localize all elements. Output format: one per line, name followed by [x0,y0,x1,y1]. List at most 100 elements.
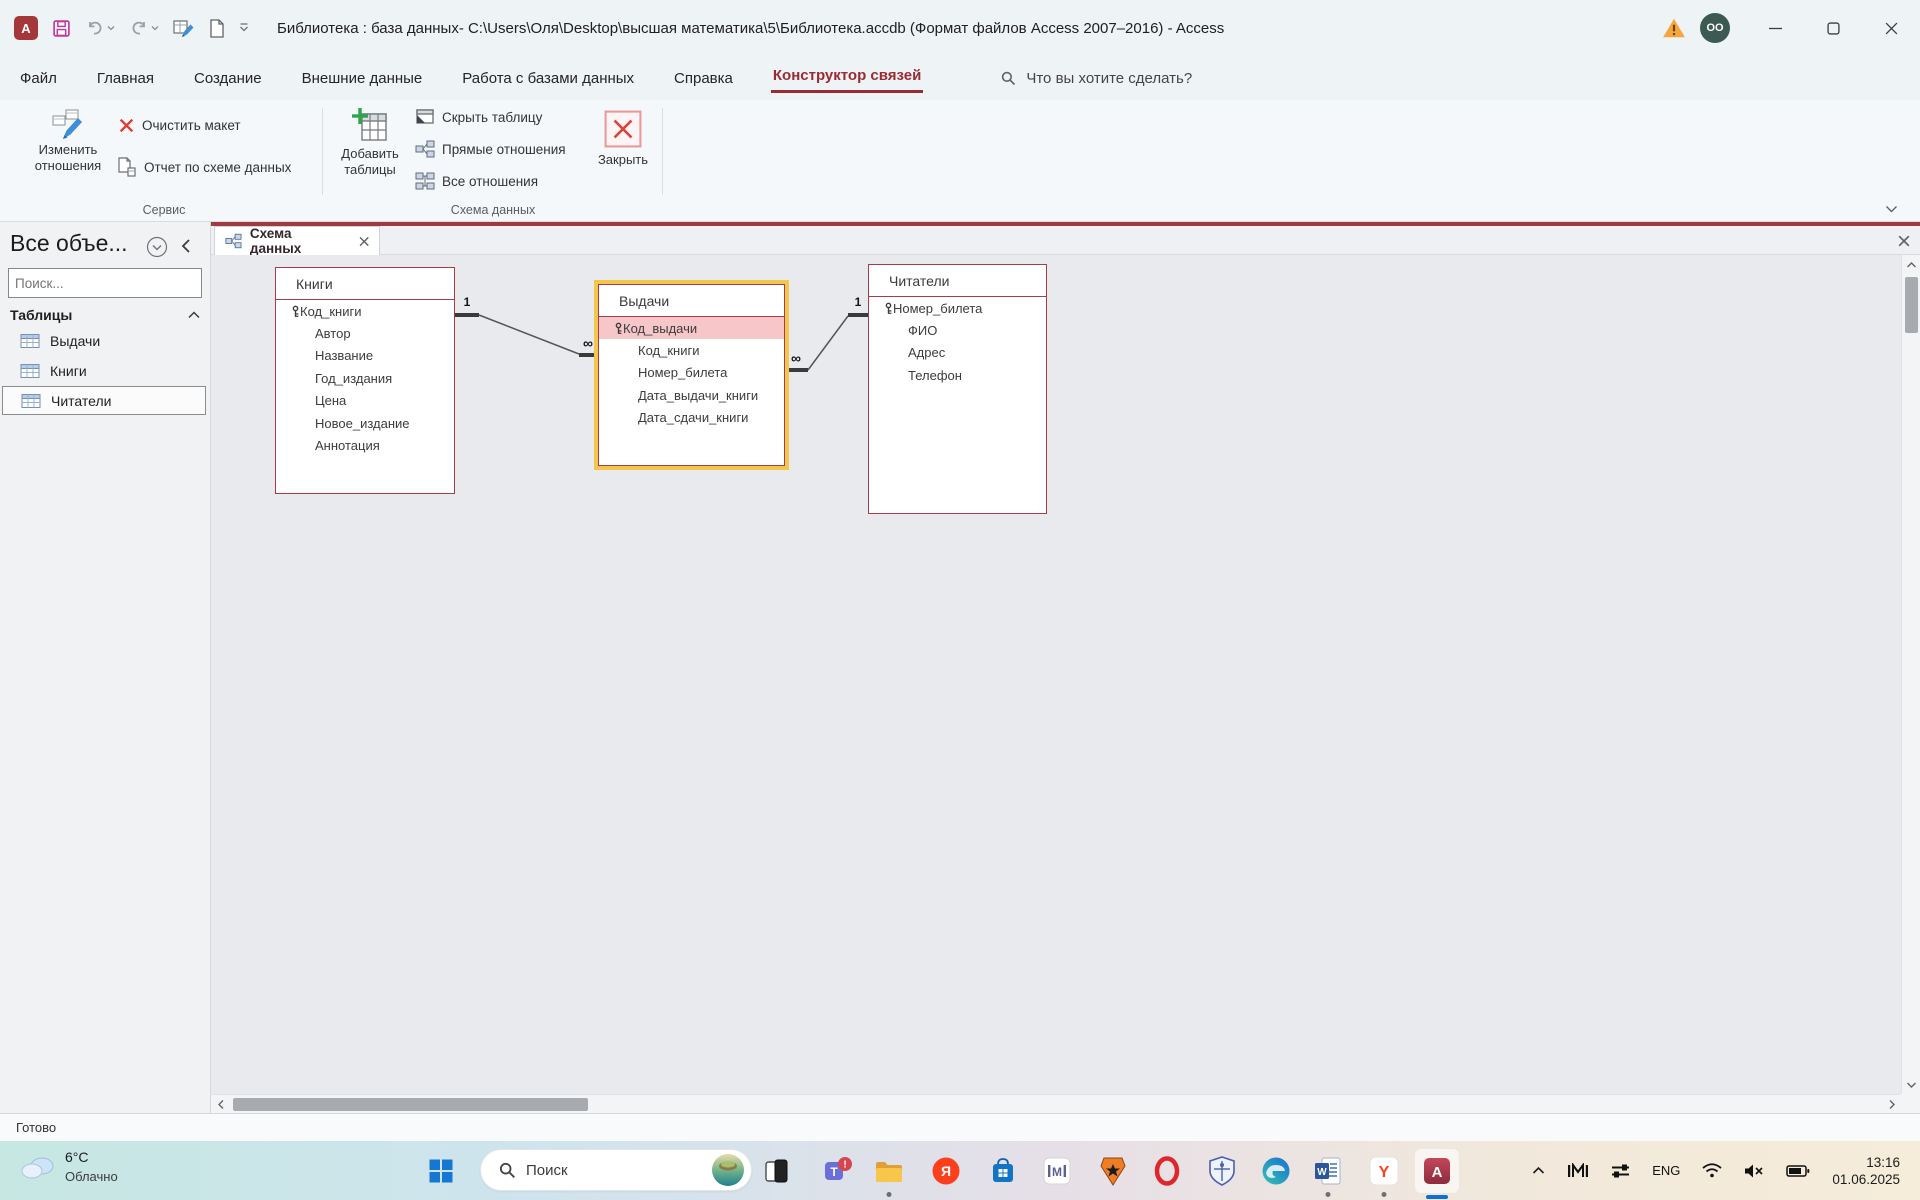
file-explorer-icon[interactable] [874,1158,904,1184]
er-field-row[interactable]: Автор [276,322,454,344]
redo-button[interactable] [129,19,159,37]
er-field-row[interactable]: Код_книги [599,339,784,361]
er-table-title[interactable]: Читатели [869,265,1046,297]
nav-item-issues[interactable]: Выдачи [2,326,206,355]
taskbar-search[interactable]: Поиск [480,1149,752,1191]
yandex-browser-icon[interactable]: Я [931,1156,961,1186]
hide-table-label: Скрыть таблицу [442,110,542,125]
scroll-right-arrow[interactable] [1882,1095,1901,1114]
relationship-report-button[interactable]: Отчет по схеме данных [116,157,291,177]
star-badge-icon[interactable] [1100,1156,1126,1186]
tab-database-tools[interactable]: Работа с базами данных [460,66,636,91]
qat-customize-button[interactable] [239,23,249,33]
maximize-button[interactable] [1804,0,1862,56]
teams-icon[interactable]: T! [823,1156,853,1186]
er-table-title[interactable]: Книги [276,268,454,300]
close-document-icon[interactable] [1898,235,1910,247]
max-messenger-icon[interactable]: M [1043,1157,1071,1185]
battery-icon[interactable] [1786,1163,1810,1179]
nav-group-tables[interactable]: Таблицы [10,307,200,323]
all-relationships-button[interactable]: Все отношения [415,172,538,190]
save-button[interactable] [52,19,71,38]
redo-dropdown-icon [151,25,159,31]
shield-crest-icon[interactable] [1209,1156,1235,1186]
undo-button[interactable] [85,19,115,37]
tab-help[interactable]: Справка [672,66,735,91]
er-field-row[interactable]: ФИО [869,319,1046,341]
er-table-title[interactable]: Выдачи [599,285,784,317]
new-object-button[interactable] [209,19,225,38]
start-button[interactable] [429,1158,454,1183]
er-field-row[interactable]: Номер_билета [599,362,784,384]
nav-item-readers[interactable]: Читатели [2,386,206,415]
er-field-row[interactable]: Дата_выдачи_книги [599,384,784,406]
horizontal-scrollbar[interactable] [211,1094,1901,1113]
tab-file[interactable]: Файл [18,66,59,91]
er-field-row[interactable]: Код_книги [276,300,454,322]
vertical-scroll-thumb[interactable] [1905,277,1918,333]
datasheet-view-button[interactable] [173,18,195,38]
warning-icon[interactable] [1662,17,1686,39]
tray-chevron-up-icon[interactable] [1532,1166,1545,1175]
navigation-pane: Все объе... Таблицы Выдачи Книги [0,222,211,1113]
clear-layout-button[interactable]: Очистить макет [118,117,241,134]
relationships-canvas[interactable]: 1 ∞ ∞ 1 Книги Код_книги Автор Название Г… [211,255,1901,1094]
tell-me-search[interactable]: Что вы хотите сделать? [1001,70,1192,87]
tray-settings-sliders-icon[interactable] [1611,1163,1630,1179]
er-field-row[interactable]: Аннотация [276,434,454,456]
wifi-icon[interactable] [1702,1163,1722,1178]
clock-widget[interactable]: 13:16 01.06.2025 [1832,1154,1900,1188]
direct-relationships-button[interactable]: Прямые отношения [415,140,566,158]
tab-relationships-document[interactable]: Схема данных [214,226,380,255]
tray-max-icon[interactable] [1567,1163,1589,1179]
phone-link-icon[interactable] [762,1157,790,1185]
add-tables-button[interactable]: Добавить таблицы [330,106,410,178]
er-field-row[interactable]: Адрес [869,342,1046,364]
tab-home[interactable]: Главная [95,66,156,91]
access-taskbar-icon[interactable]: A [1414,1148,1460,1194]
search-highlight-image[interactable] [711,1153,745,1187]
scroll-left-arrow[interactable] [211,1095,230,1114]
tab-external-data[interactable]: Внешние данные [300,66,425,91]
opera-icon[interactable] [1153,1156,1181,1186]
er-field-row[interactable]: Год_издания [276,367,454,389]
tab-relationship-design[interactable]: Конструктор связей [771,63,923,93]
cloudy-icon [20,1154,56,1180]
close-relationships-button[interactable]: Закрыть [592,110,654,168]
er-field-row[interactable]: Дата_сдачи_книги [599,407,784,429]
scroll-up-arrow[interactable] [1902,255,1920,274]
er-field-row[interactable]: Номер_билета [869,297,1046,319]
er-field-row-highlighted[interactable]: Код_выдачи [599,317,784,339]
er-field-row[interactable]: Название [276,345,454,367]
minimize-button[interactable] [1746,0,1804,56]
er-field-row[interactable]: Новое_издание [276,412,454,434]
edge-icon[interactable] [1261,1156,1291,1186]
volume-muted-icon[interactable] [1744,1163,1764,1179]
yandex-icon[interactable]: Y [1369,1156,1399,1186]
er-field-row[interactable]: Телефон [869,364,1046,386]
nav-search-input[interactable] [9,276,198,291]
er-table-readers[interactable]: Читатели Номер_билета ФИО Адрес Телефон [868,264,1047,514]
relationship-line-books-issues[interactable] [455,315,599,355]
word-icon[interactable]: W [1313,1156,1343,1186]
vertical-scrollbar[interactable] [1901,255,1920,1094]
tab-create[interactable]: Создание [192,66,264,91]
nav-pane-menu-button[interactable] [146,236,168,258]
er-field-row[interactable]: Цена [276,390,454,412]
weather-widget[interactable]: 6°C Облачно [20,1148,118,1186]
shutter-bar-button[interactable] [180,238,192,254]
scroll-down-arrow[interactable] [1902,1075,1920,1094]
collapse-ribbon-button[interactable] [1885,205,1898,213]
nav-item-books[interactable]: Книги [2,356,206,385]
er-table-books[interactable]: Книги Код_книги Автор Название Год_издан… [275,267,455,494]
language-indicator[interactable]: ENG [1652,1163,1680,1178]
tray-time: 13:16 [1832,1154,1900,1171]
close-tab-icon[interactable] [359,236,369,247]
horizontal-scroll-thumb[interactable] [233,1098,588,1111]
er-table-issues[interactable]: Выдачи Код_выдачи Код_книги Номер_билета… [598,284,785,466]
microsoft-store-icon[interactable] [989,1157,1017,1185]
account-avatar[interactable]: ОО [1700,13,1730,43]
close-button[interactable] [1862,0,1920,56]
edit-relationships-button[interactable]: Изменить отношения [24,108,112,174]
hide-table-button[interactable]: Скрыть таблицу [415,108,542,126]
